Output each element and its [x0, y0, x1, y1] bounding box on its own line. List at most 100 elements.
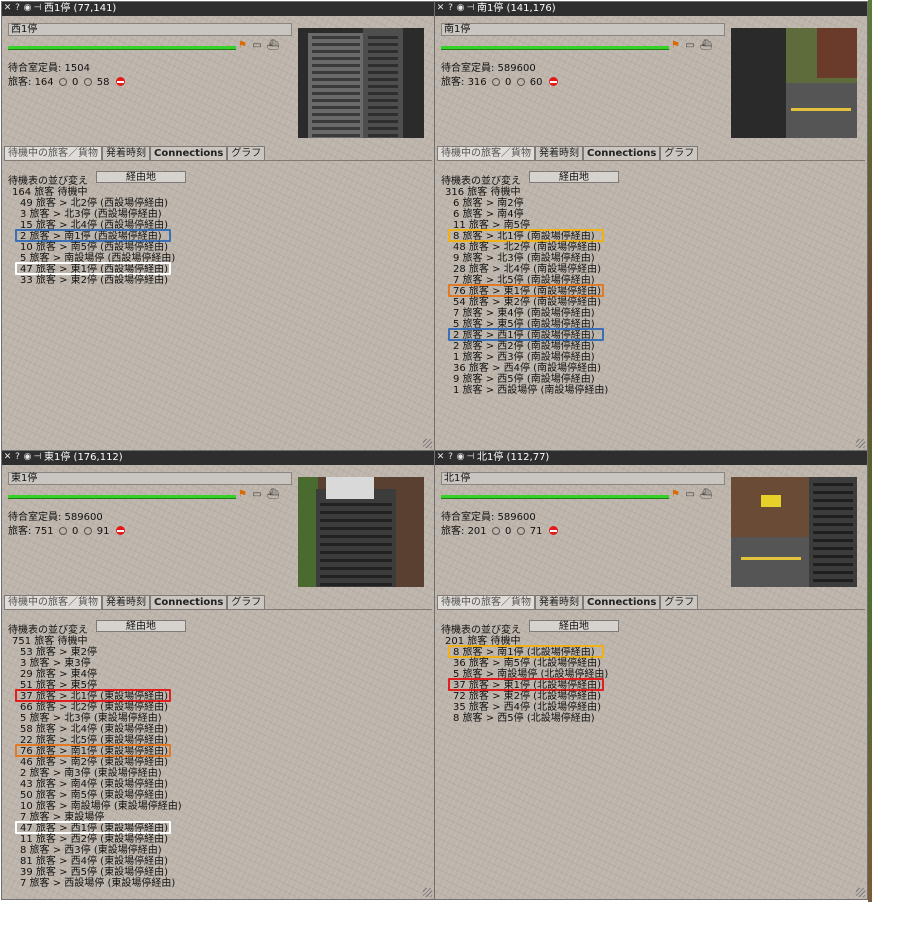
eye-icon[interactable]: ◉: [456, 452, 465, 463]
pin-icon[interactable]: ⊣: [33, 452, 42, 463]
station-thumbnail[interactable]: [731, 28, 857, 138]
eye-icon[interactable]: ◉: [23, 3, 32, 14]
window-titlebar[interactable]: ✕? ◉ ⊣ 南1停 (141,176): [435, 2, 867, 16]
car-icon: ⚑: [238, 489, 248, 500]
tab-connections[interactable]: Connections: [150, 146, 228, 160]
tab-connections[interactable]: Connections: [150, 595, 228, 609]
passengers-label: 旅客:: [8, 526, 32, 537]
help-icon[interactable]: ?: [13, 452, 22, 463]
waiting-list: 316 旅客 待機中 6 旅客 > 南2停 6 旅客 > 南4停 11 旅客 > 南5…: [445, 187, 608, 396]
station-name-field[interactable]: 西1停: [8, 23, 292, 36]
waiting-list-item: 50 旅客 > 南5停 (東設場停経由): [12, 790, 182, 801]
station-window-1[interactable]: ✕? ◉ ⊣ 西1停 (77,141) 西1停 ⚑ ▭ ⛴ 待合室定員: 1504 旅…: [1, 1, 435, 451]
resize-grip[interactable]: [856, 439, 865, 448]
window-titlebar[interactable]: ✕? ◉ ⊣ 北1停 (112,77): [435, 451, 867, 465]
waiting-list-item-text: 50 旅客 > 南5停 (東設場停経由): [20, 790, 168, 801]
station-name-field[interactable]: 南1停: [441, 23, 725, 36]
tab-connections[interactable]: Connections: [583, 595, 661, 609]
sort-via-button[interactable]: 経由地: [529, 171, 619, 183]
close-icon[interactable]: ✕: [436, 3, 445, 14]
waiting-list-item-text: 10 旅客 > 南5停 (西設場停経由): [20, 242, 168, 253]
waiting-list-item-text: 36 旅客 > 南5停 (北設場停経由): [453, 658, 601, 669]
waiting-list-item-text: 8 旅客 > 西3停 (東設場停経由): [20, 845, 162, 856]
thumbnail-image: [298, 28, 424, 138]
tab-timetable[interactable]: 発着時刻: [535, 146, 583, 160]
waiting-list-item: 36 旅客 > 西4停 (南設場停経由): [445, 363, 608, 374]
sort-via-button[interactable]: 経由地: [96, 620, 186, 632]
sort-via-button[interactable]: 経由地: [529, 620, 619, 632]
tab-graph[interactable]: グラフ: [227, 595, 266, 609]
waiting-list-item-text: 49 旅客 > 北2停 (西設場停経由): [20, 198, 168, 209]
unhappy-count: 60: [529, 77, 543, 88]
waiting-list-item: 76 旅客 > 南1停 (東設場停経由): [12, 744, 182, 757]
waiting-list-item: 2 旅客 > 南3停 (東設場停経由): [12, 768, 182, 779]
sort-via-button[interactable]: 経由地: [96, 171, 186, 183]
close-icon[interactable]: ✕: [436, 452, 445, 463]
station-window-2[interactable]: ✕? ◉ ⊣ 南1停 (141,176) 南1停 ⚑ ▭ ⛴ 待合室定員: 58960…: [434, 1, 868, 451]
station-name-field[interactable]: 北1停: [441, 472, 725, 485]
waiting-list-item-text: 9 旅客 > 西5停 (南設場停経由): [453, 374, 595, 385]
window-titlebar[interactable]: ✕? ◉ ⊣ 東1停 (176,112): [2, 451, 434, 465]
passenger-stats: 旅客: 751 0 91: [8, 522, 125, 537]
station-thumbnail[interactable]: [298, 477, 424, 587]
pin-icon[interactable]: ⊣: [33, 3, 42, 14]
waiting-list-item-text: 58 旅客 > 北4停 (東設場停経由): [20, 724, 168, 735]
ship-icon: ⛴: [266, 40, 281, 51]
help-icon[interactable]: ?: [446, 3, 455, 14]
neutral-icon: [83, 527, 92, 535]
transport-icons: ⚑ ▭ ⛴: [238, 40, 294, 52]
pin-icon[interactable]: ⊣: [466, 452, 475, 463]
waiting-list-item: 35 旅客 > 西4停 (北設場停経由): [445, 702, 608, 713]
waiting-list: 751 旅客 待機中 53 旅客 > 東2停 3 旅客 > 東3停 29 旅客 > 東…: [12, 636, 182, 889]
pin-icon[interactable]: ⊣: [466, 3, 475, 14]
station-name-field[interactable]: 東1停: [8, 472, 292, 485]
highlight-box: [448, 328, 604, 341]
tab-connections[interactable]: Connections: [583, 146, 661, 160]
highlight-box: [448, 645, 604, 658]
waiting-list-item: 72 旅客 > 東2停 (北設場停経由): [445, 691, 608, 702]
tab-timetable[interactable]: 発着時刻: [102, 595, 150, 609]
tab-timetable[interactable]: 発着時刻: [535, 595, 583, 609]
resize-grip[interactable]: [856, 888, 865, 897]
resize-grip[interactable]: [423, 439, 432, 448]
tab-waiting[interactable]: 待機中の旅客／貨物: [437, 146, 535, 160]
waiting-list-item: 5 旅客 > 北3停 (東設場停経由): [12, 713, 182, 724]
eye-icon[interactable]: ◉: [456, 3, 465, 14]
waiting-list-item-text: 7 旅客 > 東4停 (南設場停経由): [453, 308, 595, 319]
station-window-4[interactable]: ✕? ◉ ⊣ 北1停 (112,77) 北1停 ⚑ ▭ ⛴ 待合室定員: 589600…: [434, 450, 868, 900]
tab-bar: 待機中の旅客／貨物 発着時刻 Connections グラフ: [437, 146, 699, 160]
tab-waiting[interactable]: 待機中の旅客／貨物: [437, 595, 535, 609]
window-titlebar[interactable]: ✕? ◉ ⊣ 西1停 (77,141): [2, 2, 434, 16]
waiting-summary: 316 旅客 待機中: [445, 187, 608, 198]
tab-bar: 待機中の旅客／貨物 発着時刻 Connections グラフ: [4, 595, 266, 609]
passenger-stats: 旅客: 164 0 58: [8, 73, 125, 88]
station-window-3[interactable]: ✕? ◉ ⊣ 東1停 (176,112) 東1停 ⚑ ▭ ⛴ 待合室定員: 58960…: [1, 450, 435, 900]
close-icon[interactable]: ✕: [3, 3, 12, 14]
waiting-list-item-text: 28 旅客 > 北4停 (南設場停経由): [453, 264, 601, 275]
tab-waiting[interactable]: 待機中の旅客／貨物: [4, 146, 102, 160]
waiting-list-item-text: 11 旅客 > 西2停 (東設場停経由): [20, 834, 168, 845]
tab-graph[interactable]: グラフ: [660, 146, 699, 160]
rating-bar: [8, 495, 236, 499]
station-thumbnail[interactable]: [298, 28, 424, 138]
happy-icon: [491, 527, 500, 535]
close-icon[interactable]: ✕: [3, 452, 12, 463]
highlight-box: [15, 821, 171, 834]
window-title: 東1停 (176,112): [44, 452, 123, 463]
waiting-list-item-text: 33 旅客 > 東2停 (西設場停経由): [20, 275, 168, 286]
waiting-list-item: 6 旅客 > 南4停: [445, 209, 608, 220]
tab-waiting[interactable]: 待機中の旅客／貨物: [4, 595, 102, 609]
resize-grip[interactable]: [423, 888, 432, 897]
waiting-list-item-text: 8 旅客 > 西5停 (北設場停経由): [453, 713, 595, 724]
tab-graph[interactable]: グラフ: [227, 146, 266, 160]
tab-timetable[interactable]: 発着時刻: [102, 146, 150, 160]
help-icon[interactable]: ?: [446, 452, 455, 463]
help-icon[interactable]: ?: [13, 3, 22, 14]
passengers-count: 751: [34, 526, 54, 537]
eye-icon[interactable]: ◉: [23, 452, 32, 463]
unhappy-count: 91: [96, 526, 110, 537]
tab-graph[interactable]: グラフ: [660, 595, 699, 609]
tab-divider: [4, 160, 432, 161]
highlight-box: [448, 229, 604, 242]
station-thumbnail[interactable]: [731, 477, 857, 587]
